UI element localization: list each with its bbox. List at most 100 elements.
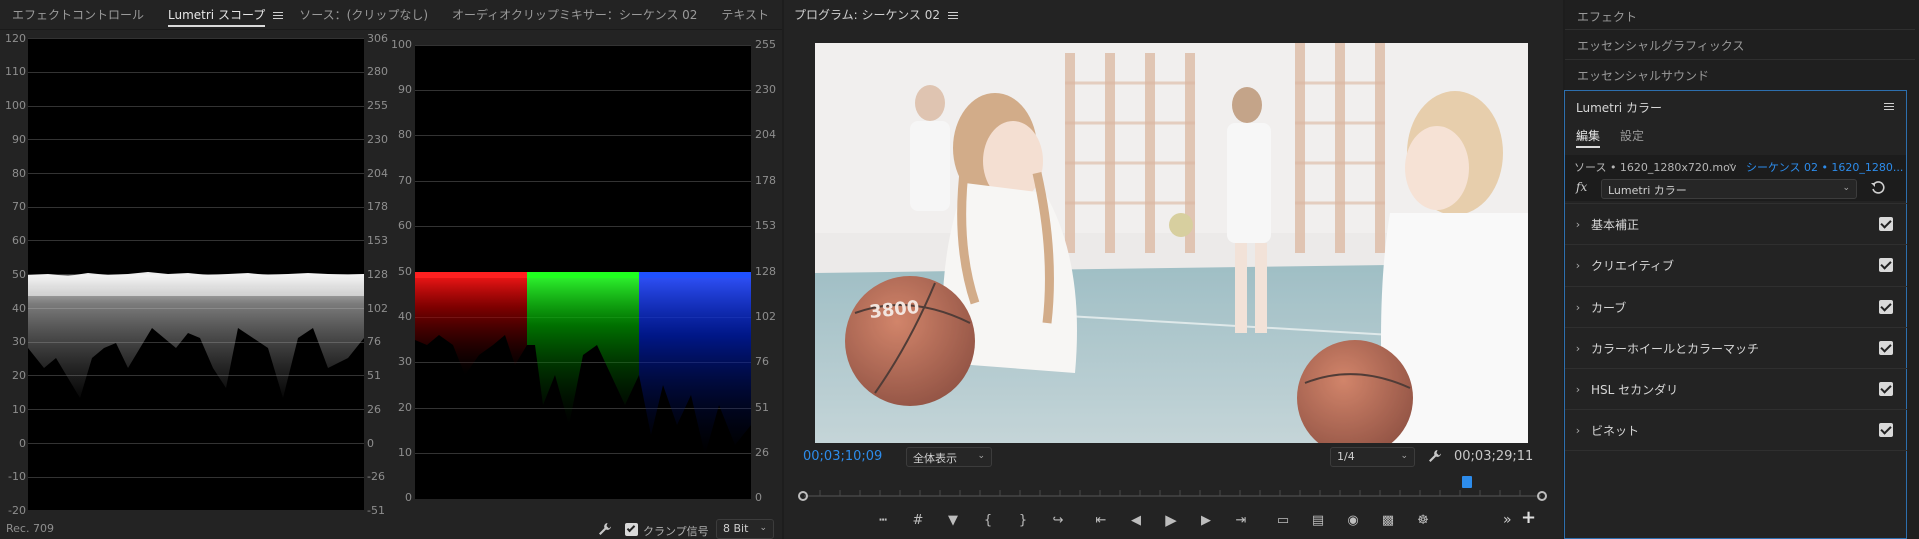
tab-audio-clip-mixer[interactable]: オーディオクリップミキサー：シーケンス 02 xyxy=(440,0,709,30)
marker-in-icon[interactable]: ┅ xyxy=(872,509,894,531)
step-forward-icon[interactable]: ▶ xyxy=(1195,509,1217,531)
waveform-right-tick: 51 xyxy=(367,369,381,382)
add-marker-icon[interactable]: ▼ xyxy=(942,509,964,531)
tab-source[interactable]: ソース：(クリップなし) xyxy=(287,0,440,30)
section-label: 基本補正 xyxy=(1591,217,1640,232)
chevron-down-icon[interactable]: ⌄ xyxy=(1727,158,1735,169)
section-color-wheels[interactable]: › カラーホイールとカラーマッチ xyxy=(1565,327,1907,368)
section-hsl-secondary[interactable]: › HSL セカンダリ xyxy=(1565,368,1907,409)
mark-in-icon[interactable]: { xyxy=(977,509,999,531)
parade-right-tick: 128 xyxy=(755,265,776,278)
enable-checkbox[interactable] xyxy=(1879,382,1893,396)
waveform-left-tick: 120 xyxy=(5,32,26,45)
waveform-right-tick: 178 xyxy=(367,200,388,213)
wrench-icon[interactable] xyxy=(598,522,612,536)
section-vignette[interactable]: › ビネット xyxy=(1565,409,1907,450)
effects-panel-header[interactable]: エフェクト xyxy=(1565,8,1905,25)
export-frame-icon[interactable]: ↪ xyxy=(1047,509,1069,531)
hamburger-menu-icon[interactable] xyxy=(1884,101,1894,112)
chevron-right-icon: › xyxy=(1575,217,1581,231)
zoom-select[interactable]: 全体表示 ⌄ xyxy=(906,447,992,467)
source-clip-label[interactable]: ソース • 1620_1280x720.mov xyxy=(1574,159,1736,175)
settings-wrench-icon[interactable] xyxy=(1428,449,1442,463)
waveform-left-tick: 50 xyxy=(12,268,26,281)
transport-bar: ┅ # ▼ { } ↪ ⇤ ◀ ▶ ▶ ⇥ ▭ ▤ ◉ ▩ ☸ xyxy=(872,509,1432,533)
parade-right-tick: 255 xyxy=(755,38,776,51)
extract-icon[interactable]: ▤ xyxy=(1307,509,1329,531)
mark-out-icon[interactable]: } xyxy=(1012,509,1034,531)
section-creative[interactable]: › クリエイティブ xyxy=(1565,244,1907,285)
waveform-right-tick: 255 xyxy=(367,99,388,112)
waveform-left-tick: 90 xyxy=(12,133,26,146)
step-back-icon[interactable]: ◀ xyxy=(1125,509,1147,531)
chevron-right-icon: › xyxy=(1575,382,1581,396)
tab-edit[interactable]: 編集 xyxy=(1576,127,1601,148)
waveform-left-tick: 20 xyxy=(12,369,26,382)
program-title-text: プログラム: シーケンス 02 xyxy=(794,8,940,22)
luma-waveform xyxy=(28,38,364,510)
clamp-label: クランプ信号 xyxy=(643,525,709,538)
add-button-icon[interactable]: + xyxy=(1521,507,1536,528)
transport-overflow-icon[interactable]: » xyxy=(1503,512,1512,528)
chevron-down-icon: ⌄ xyxy=(759,523,767,533)
parade-left-tick: 90 xyxy=(398,83,412,96)
parade-left-tick: 20 xyxy=(398,401,412,414)
waveform-left-tick: 10 xyxy=(12,403,26,416)
chevron-right-icon: › xyxy=(1575,300,1581,314)
waveform-left-tick: 70 xyxy=(12,200,26,213)
playhead[interactable] xyxy=(1462,476,1473,488)
program-video-frame[interactable]: 3800 xyxy=(815,43,1528,443)
parade-right-tick: 178 xyxy=(755,174,776,187)
chevron-right-icon: › xyxy=(1575,341,1581,355)
tab-effect-controls[interactable]: エフェクトコントロール xyxy=(0,0,156,30)
parade-right-tick: 153 xyxy=(755,219,776,232)
parade-left-tick: 40 xyxy=(398,310,412,323)
safe-margins-icon[interactable]: ☸ xyxy=(1412,509,1434,531)
section-basic-correction[interactable]: › 基本補正 xyxy=(1565,203,1907,244)
camera-icon[interactable]: ◉ xyxy=(1342,509,1364,531)
resolution-select[interactable]: 1/4 ⌄ xyxy=(1330,447,1415,467)
waveform-left-tick: 80 xyxy=(12,167,26,180)
enable-checkbox[interactable] xyxy=(1879,341,1893,355)
effect-select-value: Lumetri カラー xyxy=(1608,184,1687,197)
parade-left-tick: 60 xyxy=(398,219,412,232)
chevron-right-icon: › xyxy=(1575,258,1581,272)
hamburger-menu-icon[interactable] xyxy=(273,10,284,21)
go-to-in-icon[interactable]: ⇤ xyxy=(1090,509,1112,531)
current-timecode[interactable]: 00;03;10;09 xyxy=(803,449,882,464)
chevron-right-icon: › xyxy=(1575,423,1581,437)
lift-icon[interactable]: ▭ xyxy=(1272,509,1294,531)
marker-out-icon[interactable]: # xyxy=(907,509,929,531)
tab-settings[interactable]: 設定 xyxy=(1620,127,1644,144)
tab-lumetri-scopes-label: Lumetri スコープ xyxy=(168,7,266,27)
ruler-start-handle[interactable] xyxy=(798,491,808,501)
section-label: HSL セカンダリ xyxy=(1591,382,1679,397)
time-ruler[interactable] xyxy=(800,482,1545,498)
time-ruler-graphic xyxy=(804,490,1541,497)
enable-checkbox[interactable] xyxy=(1879,423,1893,437)
waveform-left-tick: 30 xyxy=(12,335,26,348)
enable-checkbox[interactable] xyxy=(1879,258,1893,272)
luma-waveform-graphic xyxy=(28,38,364,478)
waveform-right-tick: 0 xyxy=(367,437,374,450)
resolution-value: 1/4 xyxy=(1337,450,1355,463)
play-icon[interactable]: ▶ xyxy=(1160,509,1182,531)
section-label: カラーホイールとカラーマッチ xyxy=(1591,341,1760,356)
section-curves[interactable]: › カーブ xyxy=(1565,286,1907,327)
tab-text[interactable]: テキスト xyxy=(709,0,781,30)
effect-select[interactable]: Lumetri カラー ⌄ xyxy=(1601,179,1857,199)
essential-graphics-header[interactable]: エッセンシャルグラフィックス xyxy=(1565,37,1905,54)
go-to-out-icon[interactable]: ⇥ xyxy=(1230,509,1252,531)
sequence-clip-label[interactable]: シーケンス 02 • 1620_1280... xyxy=(1746,159,1903,175)
hamburger-menu-icon[interactable] xyxy=(947,10,958,21)
compare-icon[interactable]: ▩ xyxy=(1377,509,1399,531)
essential-sound-header[interactable]: エッセンシャルサウンド xyxy=(1565,67,1905,84)
fx-icon: fx xyxy=(1576,180,1588,194)
enable-checkbox[interactable] xyxy=(1879,217,1893,231)
reset-icon[interactable] xyxy=(1870,180,1886,196)
enable-checkbox[interactable] xyxy=(1879,300,1893,314)
clamp-checkbox[interactable] xyxy=(625,523,638,536)
tab-lumetri-scopes[interactable]: Lumetri スコープ xyxy=(156,0,287,30)
bit-depth-select[interactable]: 8 Bit ⌄ xyxy=(716,519,774,539)
ruler-end-handle[interactable] xyxy=(1537,491,1547,501)
